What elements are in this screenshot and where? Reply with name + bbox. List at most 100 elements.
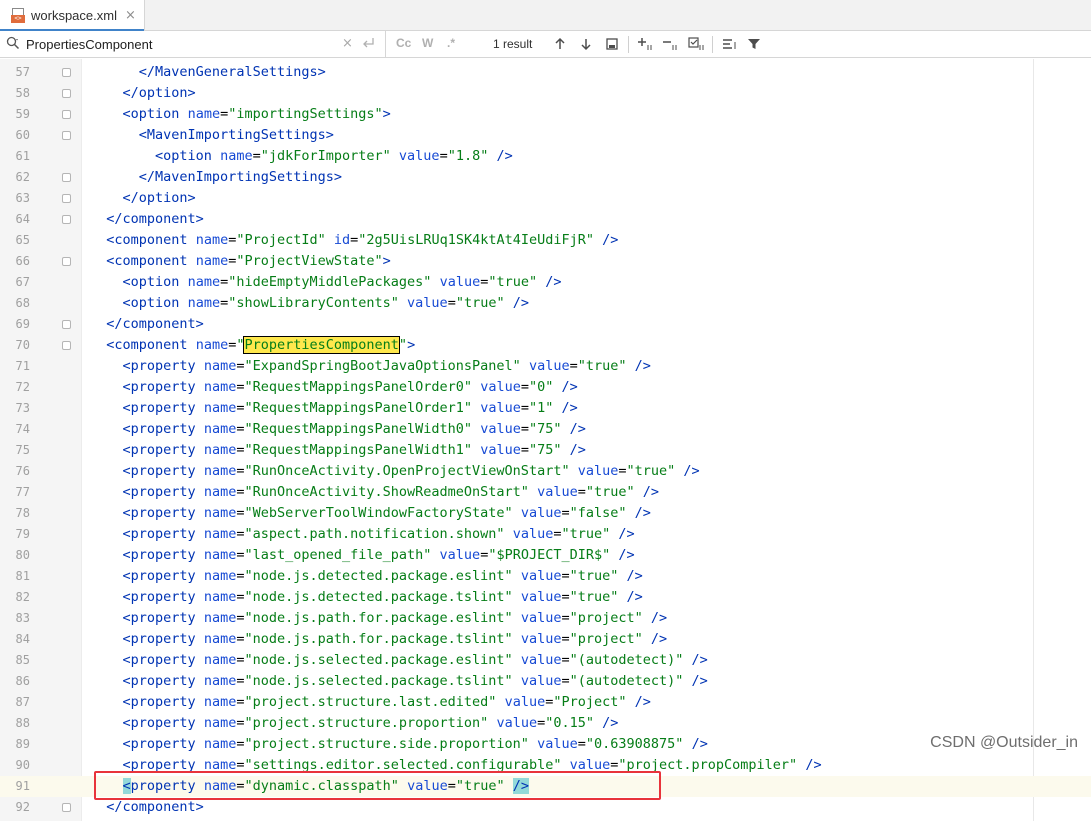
code-line[interactable]: 70 <component name="PropertiesComponent"… [0, 335, 1091, 356]
arrow-down-icon[interactable] [577, 35, 595, 53]
fold-marker-icon[interactable] [62, 341, 71, 350]
code-line[interactable]: 83 <property name="node.js.path.for.pack… [0, 608, 1091, 629]
line-number: 88 [15, 716, 30, 730]
code-line[interactable]: 74 <property name="RequestMappingsPanelW… [0, 419, 1091, 440]
code-line[interactable]: 71 <property name="ExpandSpringBootJavaO… [0, 356, 1091, 377]
close-icon[interactable]: × [125, 8, 136, 23]
code-line[interactable]: 85 <property name="node.js.selected.pack… [0, 650, 1091, 671]
code-line[interactable]: 61 <option name="jdkForImporter" value="… [0, 146, 1091, 167]
code-line[interactable]: 68 <option name="showLibraryContents" va… [0, 293, 1091, 314]
code-line[interactable]: 64 </component> [0, 209, 1091, 230]
toolbar-divider [628, 36, 629, 53]
new-line-icon[interactable] [362, 36, 376, 54]
code-text: <option name="hideEmptyMiddlePackages" v… [122, 274, 562, 290]
clear-search-icon[interactable]: × [342, 36, 353, 51]
code-line[interactable]: 84 <property name="node.js.path.for.pack… [0, 629, 1091, 650]
code-line[interactable]: 90 <property name="settings.editor.selec… [0, 755, 1091, 776]
code-text: <property name="project.structure.last.e… [122, 694, 651, 710]
code-line[interactable]: 77 <property name="RunOnceActivity.ShowR… [0, 482, 1091, 503]
tab-workspace-xml[interactable]: <> workspace.xml × [0, 0, 145, 32]
line-number: 87 [15, 695, 30, 709]
line-number: 75 [15, 443, 30, 457]
line-number: 77 [15, 485, 30, 499]
code-line[interactable]: 79 <property name="aspect.path.notificat… [0, 524, 1091, 545]
line-number: 72 [15, 380, 30, 394]
code-line[interactable]: 62 </MavenImportingSettings> [0, 167, 1091, 188]
fold-marker-icon[interactable] [62, 68, 71, 77]
code-text: <property name="RunOnceActivity.OpenProj… [122, 463, 700, 479]
line-number: 64 [15, 212, 30, 226]
fold-marker-icon[interactable] [62, 320, 71, 329]
code-line[interactable]: 86 <property name="node.js.selected.pack… [0, 671, 1091, 692]
line-number: 57 [15, 65, 30, 79]
code-line[interactable]: 92 </component> [0, 797, 1091, 818]
code-line[interactable]: 63 </option> [0, 188, 1091, 209]
code-line[interactable]: 72 <property name="RequestMappingsPanelO… [0, 377, 1091, 398]
search-input[interactable] [26, 37, 326, 52]
filter-search-results-icon[interactable] [721, 35, 739, 53]
code-line[interactable]: 89 <property name="project.structure.sid… [0, 734, 1091, 755]
match-case-button[interactable]: Cc [396, 36, 411, 50]
code-line[interactable]: 88 <property name="project.structure.pro… [0, 713, 1091, 734]
code-line[interactable]: 60 <MavenImportingSettings> [0, 125, 1091, 146]
code-text: <property name="dynamic.classpath" value… [122, 778, 530, 794]
find-bar: × Cc W .* 1 result [0, 31, 1091, 58]
code-line[interactable]: 58 </option> [0, 83, 1091, 104]
code-line[interactable]: 65 <component name="ProjectId" id="2g5Ui… [0, 230, 1091, 251]
code-line[interactable]: 91 <property name="dynamic.classpath" va… [0, 776, 1091, 797]
code-text: <property name="node.js.path.for.package… [122, 610, 668, 626]
code-line[interactable]: 81 <property name="node.js.detected.pack… [0, 566, 1091, 587]
code-editor[interactable]: 57 </MavenGeneralSettings> 58 </option> 59… [0, 59, 1091, 821]
fold-marker-icon[interactable] [62, 131, 71, 140]
regex-button[interactable]: .* [447, 36, 455, 50]
code-text: </option> [122, 190, 196, 206]
add-occurrence-icon[interactable] [637, 35, 655, 53]
line-number: 60 [15, 128, 30, 142]
select-all-occurrences-icon[interactable] [688, 35, 706, 53]
code-text: <property name="RequestMappingsPanelOrde… [122, 400, 578, 416]
line-number: 91 [15, 779, 30, 793]
code-line[interactable]: 87 <property name="project.structure.las… [0, 692, 1091, 713]
fold-marker-icon[interactable] [62, 89, 71, 98]
code-line[interactable]: 78 <property name="WebServerToolWindowFa… [0, 503, 1091, 524]
fold-marker-icon[interactable] [62, 215, 71, 224]
line-number: 58 [15, 86, 30, 100]
funnel-icon[interactable] [745, 35, 763, 53]
whole-words-button[interactable]: W [422, 36, 433, 50]
code-line[interactable]: 80 <property name="last_opened_file_path… [0, 545, 1091, 566]
code-line[interactable]: 82 <property name="node.js.detected.pack… [0, 587, 1091, 608]
code-line[interactable]: 67 <option name="hideEmptyMiddlePackages… [0, 272, 1091, 293]
line-number: 61 [15, 149, 30, 163]
fold-marker-icon[interactable] [62, 173, 71, 182]
code-line[interactable]: 66 <component name="ProjectViewState"> [0, 251, 1091, 272]
code-text: </component> [106, 799, 204, 815]
fold-marker-icon[interactable] [62, 803, 71, 812]
code-line[interactable]: 75 <property name="RequestMappingsPanelW… [0, 440, 1091, 461]
remove-occurrence-icon[interactable] [662, 35, 680, 53]
code-line[interactable]: 76 <property name="RunOnceActivity.OpenP… [0, 461, 1091, 482]
fold-marker-icon[interactable] [62, 257, 71, 266]
code-text: <option name="showLibraryContents" value… [122, 295, 530, 311]
search-icon[interactable] [6, 36, 20, 53]
line-number: 83 [15, 611, 30, 625]
line-number: 65 [15, 233, 30, 247]
code-line[interactable]: 57 </MavenGeneralSettings> [0, 62, 1091, 83]
fold-marker-icon[interactable] [62, 110, 71, 119]
code-text: <property name="node.js.detected.package… [122, 589, 643, 605]
arrow-up-icon[interactable] [551, 35, 569, 53]
code-text: <property name="RequestMappingsPanelWidt… [122, 442, 586, 458]
tab-label: workspace.xml [31, 8, 117, 23]
fold-marker-icon[interactable] [62, 194, 71, 203]
line-number: 76 [15, 464, 30, 478]
show-all-occurrences-icon[interactable] [603, 35, 621, 53]
line-number: 69 [15, 317, 30, 331]
line-number: 68 [15, 296, 30, 310]
code-text: <MavenImportingSettings> [138, 127, 334, 143]
code-line[interactable]: 69 </component> [0, 314, 1091, 335]
code-text: <property name="node.js.detected.package… [122, 568, 643, 584]
code-line[interactable]: 73 <property name="RequestMappingsPanelO… [0, 398, 1091, 419]
line-number: 78 [15, 506, 30, 520]
watermark: CSDN @Outsider_in [930, 734, 1078, 751]
code-text: <property name="RunOnceActivity.ShowRead… [122, 484, 660, 500]
code-line[interactable]: 59 <option name="importingSettings"> [0, 104, 1091, 125]
